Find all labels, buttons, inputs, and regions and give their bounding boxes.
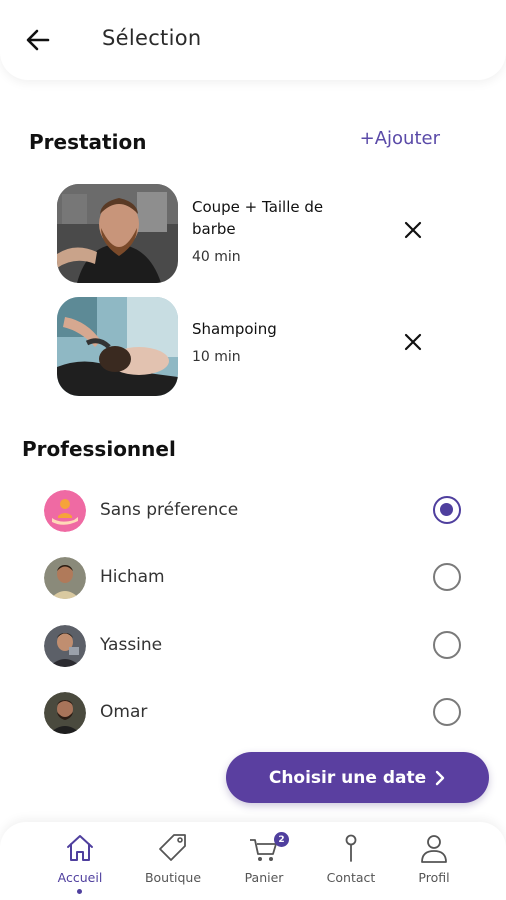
map-pin-icon: [345, 834, 357, 862]
service-image-beard: [57, 184, 178, 283]
nav-label: Accueil: [57, 870, 103, 885]
add-service-button[interactable]: +Ajouter: [360, 128, 440, 149]
remove-service-button[interactable]: [401, 330, 425, 354]
radio-unselected[interactable]: [433, 631, 461, 659]
no-preference-avatar: [44, 490, 86, 532]
professional-name: Yassine: [100, 635, 163, 655]
professional-option-hicham[interactable]: Hicham: [44, 557, 464, 599]
tag-icon: [159, 834, 186, 861]
chevron-right-icon: [435, 770, 445, 785]
hicham-avatar: [44, 557, 86, 599]
active-indicator: [77, 889, 82, 894]
professionnel-heading: Professionnel: [22, 437, 176, 461]
service-item: Shampoing 10 min: [57, 297, 447, 397]
radio-unselected[interactable]: [433, 698, 461, 726]
service-name: Shampoing: [192, 320, 277, 338]
professional-name: Sans préference: [100, 500, 239, 520]
yassine-avatar: [44, 625, 86, 667]
professional-option-yassine[interactable]: Yassine: [44, 625, 464, 667]
back-button[interactable]: [22, 24, 58, 56]
service-name: Coupe + Taille de barbe: [192, 198, 324, 238]
professional-option-no-preference[interactable]: Sans préference: [44, 490, 464, 532]
nav-contact[interactable]: Contact: [311, 830, 391, 896]
choose-date-label: Choisir une date: [268, 767, 427, 788]
arrow-left-icon: [26, 29, 50, 51]
bottom-navigation: Accueil Boutique 2 Panier Contact Profil: [0, 822, 506, 900]
professional-name: Omar: [100, 702, 148, 722]
omar-avatar: [44, 692, 86, 734]
service-duration: 10 min: [192, 349, 241, 365]
top-header: Sélection: [0, 0, 506, 80]
nav-boutique[interactable]: Boutique: [133, 830, 213, 896]
close-icon: [404, 221, 422, 239]
radio-unselected[interactable]: [433, 563, 461, 591]
service-image-shampoo: [57, 297, 178, 396]
service-item: Coupe + Taille de barbe 40 min: [57, 184, 447, 284]
choose-date-button[interactable]: Choisir une date: [226, 752, 489, 803]
close-icon: [404, 333, 422, 351]
nav-label: Contact: [326, 870, 376, 885]
prestation-heading: Prestation: [29, 130, 147, 154]
nav-label: Panier: [244, 870, 284, 885]
remove-service-button[interactable]: [401, 218, 425, 242]
home-icon: [67, 835, 93, 861]
nav-panier[interactable]: 2 Panier: [224, 830, 304, 896]
nav-profil[interactable]: Profil: [394, 830, 474, 896]
professional-option-omar[interactable]: Omar: [44, 692, 464, 734]
service-duration: 40 min: [192, 249, 241, 265]
nav-label: Profil: [418, 870, 450, 885]
page-title: Sélection: [102, 26, 202, 50]
professional-name: Hicham: [100, 567, 165, 587]
nav-accueil[interactable]: Accueil: [40, 830, 120, 896]
user-icon: [421, 835, 447, 863]
cart-count-badge: 2: [274, 832, 289, 847]
radio-selected[interactable]: [433, 496, 461, 524]
app-screen: Sélection Prestation +Ajouter Coupe + Ta…: [0, 0, 506, 900]
nav-label: Boutique: [144, 870, 202, 885]
